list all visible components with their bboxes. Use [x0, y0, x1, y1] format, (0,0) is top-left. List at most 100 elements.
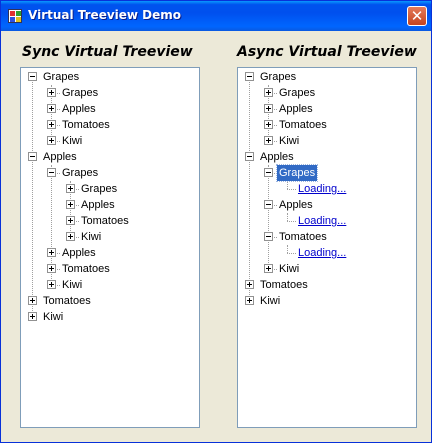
tree-node-label-grapes: Grapes: [279, 87, 316, 99]
tree-node-label-tomatoes: Tomatoes: [279, 231, 327, 243]
collapse-icon[interactable]: [245, 152, 254, 161]
tree-node[interactable]: Grapes: [21, 85, 199, 101]
tree-node[interactable]: Tomatoes: [21, 213, 199, 229]
expand-icon[interactable]: [47, 136, 56, 145]
tree-node-label-grapes: Grapes: [275, 164, 319, 182]
tree-node[interactable]: Kiwi: [21, 133, 199, 149]
close-icon: ✕: [410, 7, 424, 25]
window-title: Virtual Treeview Demo: [28, 8, 182, 22]
collapse-icon[interactable]: [245, 72, 254, 81]
tree-node-label-tomatoes: Tomatoes: [279, 119, 327, 131]
tree-node-label-tomatoes: Tomatoes: [62, 263, 110, 275]
tree-node[interactable]: Tomatoes: [238, 277, 416, 293]
tree-node[interactable]: Kiwi: [21, 277, 199, 293]
tree-node[interactable]: Grapes: [238, 69, 416, 85]
sync-tree-heading: Sync Virtual Treeview: [22, 44, 193, 60]
loading-link[interactable]: Loading...: [296, 181, 348, 197]
tree-node[interactable]: Apples: [238, 197, 416, 213]
tree-node[interactable]: Grapes: [21, 165, 199, 181]
expand-icon[interactable]: [66, 200, 75, 209]
tree-node-label-grapes: Grapes: [260, 71, 297, 83]
tree-node-label-grapes: Grapes: [62, 87, 99, 99]
tree-node-label-tomatoes: Tomatoes: [260, 279, 308, 291]
expand-icon[interactable]: [28, 312, 37, 321]
tree-node[interactable]: Apples: [21, 149, 199, 165]
tree-node[interactable]: Kiwi: [238, 261, 416, 277]
collapse-icon[interactable]: [47, 168, 56, 177]
tree-node-label-kiwi: Kiwi: [62, 279, 83, 291]
tree-node-label-apples: Apples: [279, 103, 313, 115]
async-tree-heading: Async Virtual Treeview: [237, 44, 417, 60]
title-bar[interactable]: Virtual Treeview Demo ✕: [1, 1, 431, 31]
tree-node[interactable]: Grapes: [238, 164, 416, 182]
expand-icon[interactable]: [66, 232, 75, 241]
tree-node-label-apples: Apples: [43, 151, 77, 163]
tree-node[interactable]: Tomatoes: [238, 229, 416, 245]
expand-icon[interactable]: [264, 104, 273, 113]
collapse-icon[interactable]: [264, 200, 273, 209]
tree-node-label-tomatoes: Tomatoes: [43, 295, 91, 307]
tree-node[interactable]: Apples: [238, 101, 416, 117]
tree-node-label-tomatoes: Tomatoes: [62, 119, 110, 131]
app-icon[interactable]: [8, 9, 22, 23]
tree-node[interactable]: Grapes: [21, 69, 199, 85]
loading-link[interactable]: Loading...: [296, 245, 348, 261]
tree-node-label-kiwi: Kiwi: [279, 263, 300, 275]
tree-node[interactable]: Tomatoes: [21, 293, 199, 309]
tree-node-label-apples: Apples: [260, 151, 294, 163]
tree-node[interactable]: Loading...: [238, 181, 416, 197]
expand-icon[interactable]: [47, 280, 56, 289]
tree-node[interactable]: Grapes: [21, 181, 199, 197]
tree-node[interactable]: Apples: [21, 101, 199, 117]
expand-icon[interactable]: [264, 88, 273, 97]
tree-node[interactable]: Kiwi: [21, 229, 199, 245]
tree-node[interactable]: Tomatoes: [21, 261, 199, 277]
expand-icon[interactable]: [264, 120, 273, 129]
tree-node-label-kiwi: Kiwi: [62, 135, 83, 147]
expand-icon[interactable]: [28, 296, 37, 305]
expand-icon[interactable]: [264, 136, 273, 145]
tree-node[interactable]: Loading...: [238, 245, 416, 261]
tree-node-label-grapes: Grapes: [43, 71, 80, 83]
expand-icon[interactable]: [47, 88, 56, 97]
tree-node-label-kiwi: Kiwi: [260, 295, 281, 307]
tree-node[interactable]: Loading...: [238, 213, 416, 229]
tree-node[interactable]: Apples: [21, 197, 199, 213]
tree-node-label-apples: Apples: [62, 247, 96, 259]
expand-icon[interactable]: [264, 264, 273, 273]
sync-treeview[interactable]: Grapes Grapes Apples Tomatoes Kiwi Apples Grap…: [20, 67, 200, 428]
expand-icon[interactable]: [245, 280, 254, 289]
tree-node[interactable]: Kiwi: [238, 293, 416, 309]
tree-node-label-apples: Apples: [62, 103, 96, 115]
collapse-icon[interactable]: [264, 232, 273, 241]
expand-icon[interactable]: [47, 104, 56, 113]
tree-node[interactable]: Apples: [238, 149, 416, 165]
expand-icon[interactable]: [66, 216, 75, 225]
expand-icon[interactable]: [47, 120, 56, 129]
tree-node-label-grapes: Grapes: [62, 167, 99, 179]
tree-node[interactable]: Apples: [21, 245, 199, 261]
tree-node-label-tomatoes: Tomatoes: [81, 215, 129, 227]
tree-node[interactable]: Tomatoes: [21, 117, 199, 133]
async-treeview[interactable]: Grapes Grapes Apples Tomatoes Kiwi Apples Grap…: [237, 67, 417, 428]
tree-node-label-grapes: Grapes: [81, 183, 118, 195]
expand-icon[interactable]: [47, 264, 56, 273]
expand-icon[interactable]: [245, 296, 254, 305]
tree-node-label-kiwi: Kiwi: [81, 231, 102, 243]
collapse-icon[interactable]: [28, 152, 37, 161]
tree-node-label-apples: Apples: [81, 199, 115, 211]
collapse-icon[interactable]: [264, 168, 273, 177]
loading-link[interactable]: Loading...: [296, 213, 348, 229]
tree-node[interactable]: Kiwi: [238, 133, 416, 149]
app-window: Virtual Treeview Demo ✕ Sync Virtual Tre…: [0, 0, 432, 443]
tree-node-label-kiwi: Kiwi: [43, 311, 64, 323]
tree-node[interactable]: Tomatoes: [238, 117, 416, 133]
expand-icon[interactable]: [66, 184, 75, 193]
collapse-icon[interactable]: [28, 72, 37, 81]
tree-node-label-apples: Apples: [279, 199, 313, 211]
tree-node[interactable]: Grapes: [238, 85, 416, 101]
expand-icon[interactable]: [47, 248, 56, 257]
tree-node-label-kiwi: Kiwi: [279, 135, 300, 147]
tree-node[interactable]: Kiwi: [21, 309, 199, 325]
close-button[interactable]: ✕: [407, 6, 427, 26]
